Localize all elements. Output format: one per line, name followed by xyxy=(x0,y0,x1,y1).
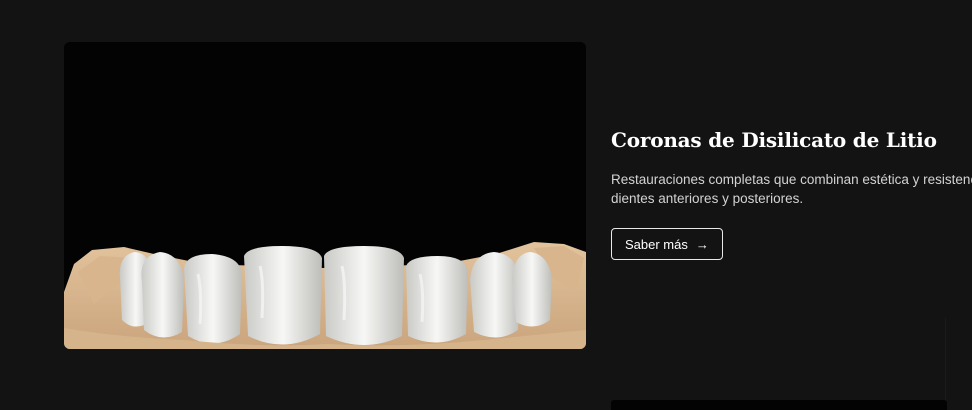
service-image xyxy=(64,42,586,349)
service-description: Restauraciones completas que combinan es… xyxy=(611,172,972,206)
section-edge xyxy=(945,318,946,406)
service-title: Coronas de Disilicato de Litio xyxy=(611,128,937,152)
next-service-image xyxy=(611,400,947,410)
service-details: Coronas de Disilicato de Litio Restaurac… xyxy=(611,128,972,260)
learn-more-label: Saber más xyxy=(625,236,688,252)
dental-crowns-image xyxy=(64,42,586,349)
arrow-right-icon: → xyxy=(695,236,709,252)
learn-more-button[interactable]: Saber más → xyxy=(611,228,723,260)
